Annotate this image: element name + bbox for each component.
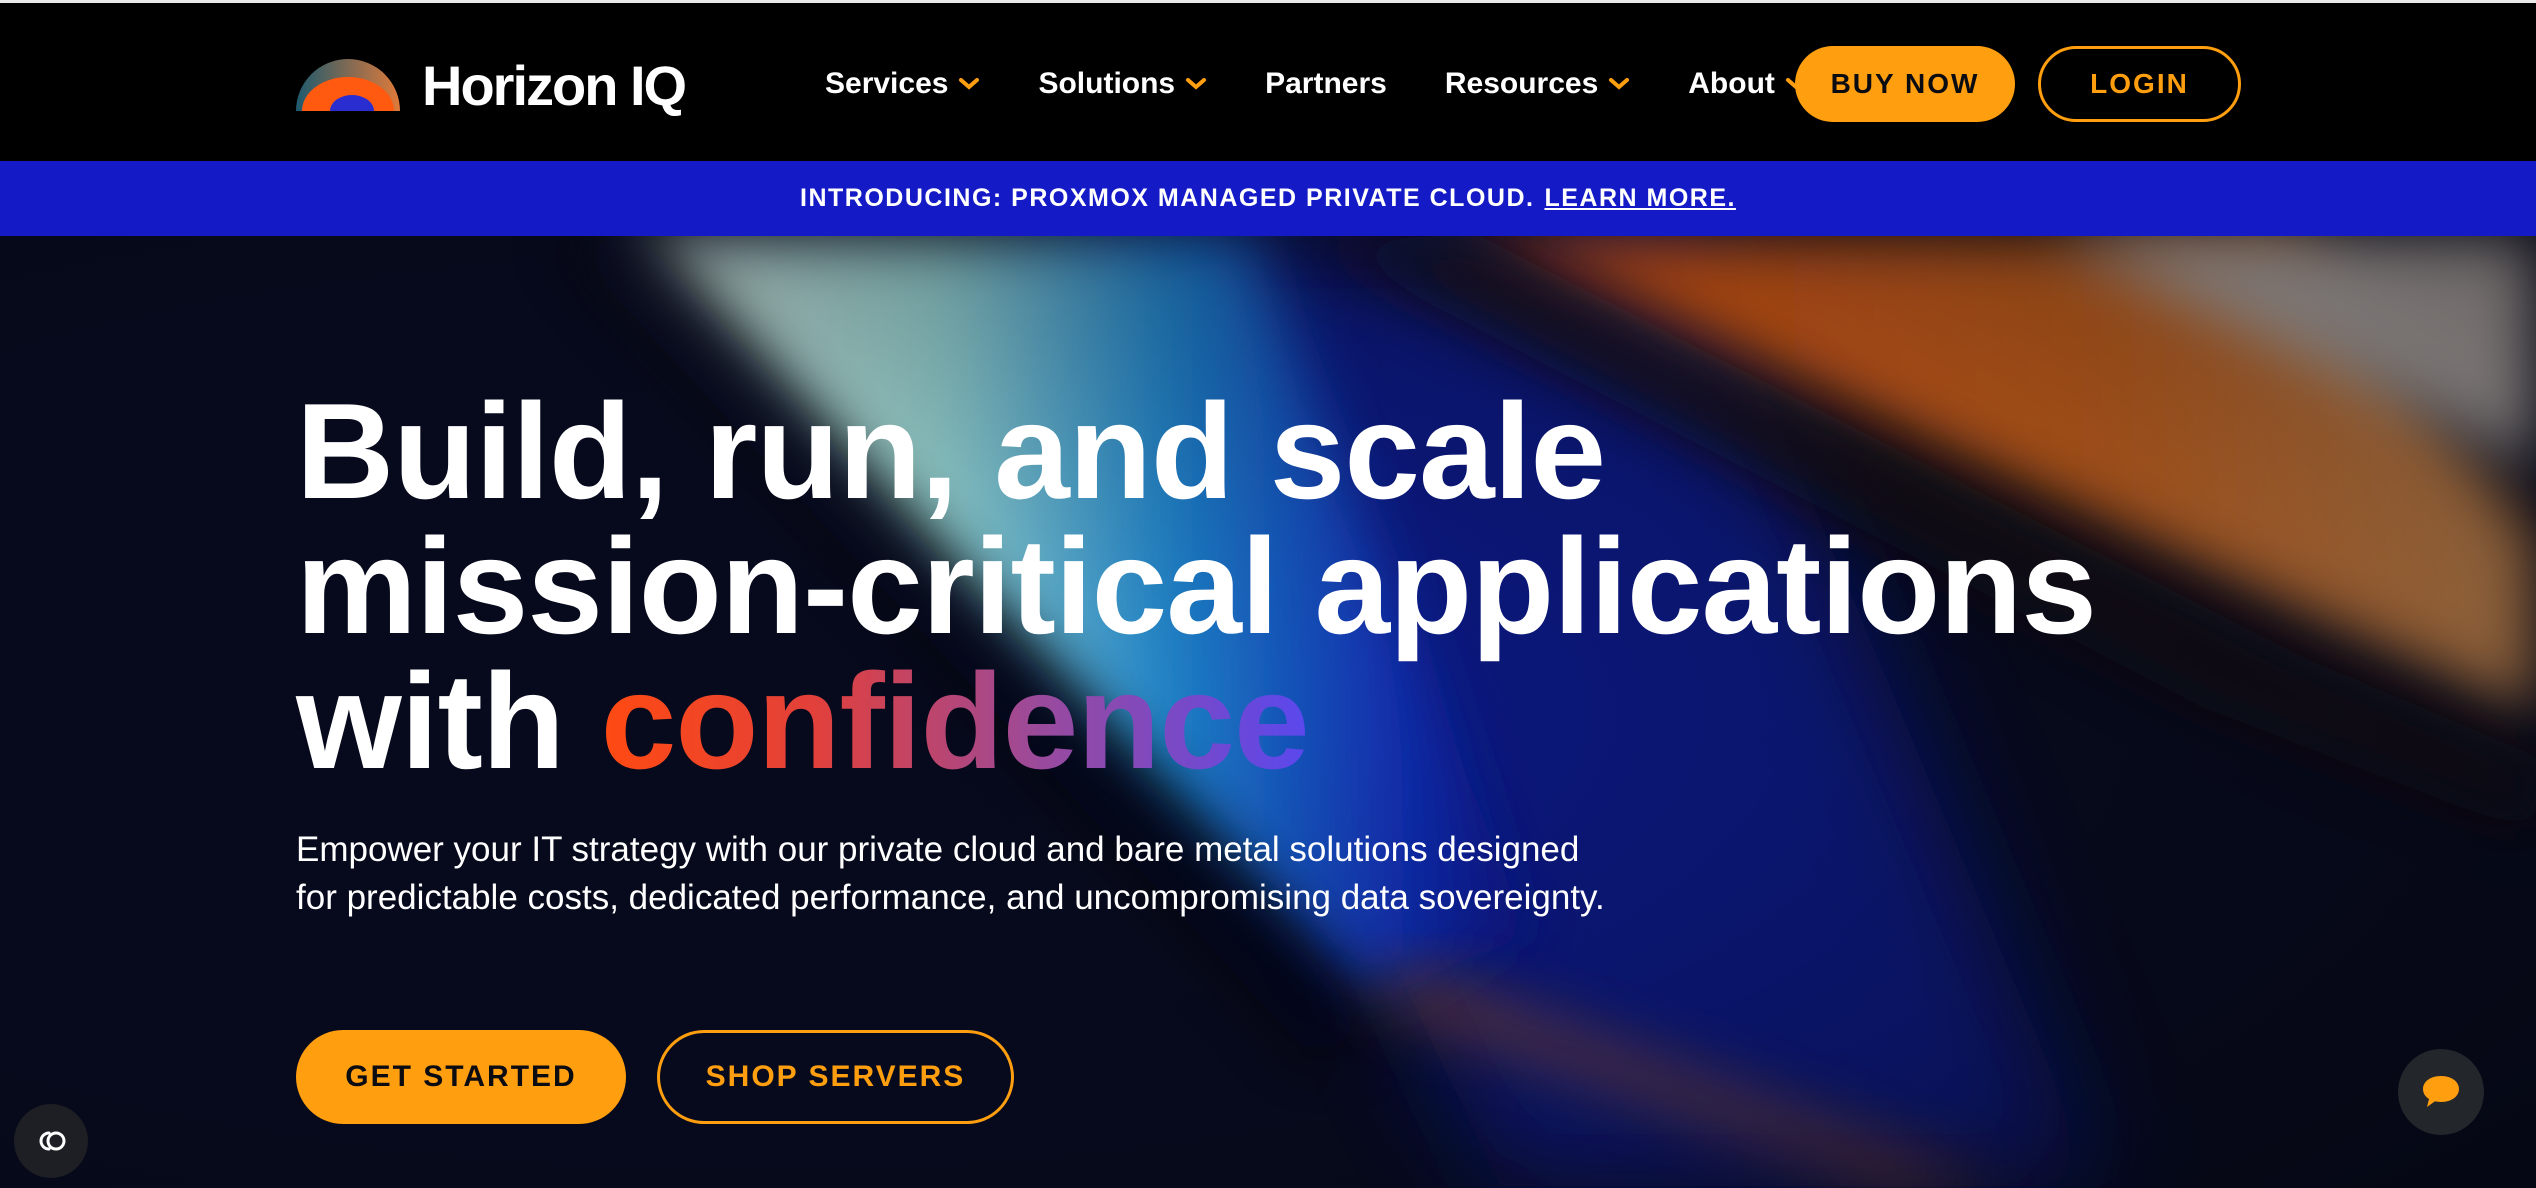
chat-bubble-icon (2423, 1076, 2459, 1107)
shop-servers-button[interactable]: SHOP SERVERS (657, 1030, 1014, 1124)
hero-section: Build, run, and scale mission-critical a… (0, 236, 2536, 1188)
nav-services[interactable]: Services (825, 67, 980, 101)
learn-more-link[interactable]: LEARN MORE. (1544, 184, 1736, 213)
chevron-down-icon (1609, 77, 1630, 90)
login-button[interactable]: LOGIN (2038, 46, 2241, 122)
cookie-settings-icon (39, 1131, 66, 1151)
nav-about[interactable]: About (1688, 67, 1807, 101)
headline-line-2: mission-critical applications (296, 510, 2097, 662)
headline-line-3: with confidence (296, 653, 2096, 789)
nav-solutions-label: Solutions (1038, 66, 1176, 100)
horizon-logo-icon (296, 59, 400, 111)
cookie-settings-button[interactable] (14, 1104, 88, 1178)
buy-now-button[interactable]: BUY NOW (1795, 46, 2015, 122)
nav-resources[interactable]: Resources (1445, 67, 1630, 101)
hero-subtext: Empower your IT strategy with our privat… (296, 830, 1605, 917)
logo[interactable]: Horizon IQ (296, 53, 687, 117)
chat-button[interactable] (2398, 1049, 2484, 1135)
nav-resources-label: Resources (1444, 66, 1599, 100)
announcement-text: INTRODUCING: PROXMOX MANAGED PRIVATE CLO… (800, 184, 1535, 212)
headline-line-1: Build, run, and scale (296, 375, 1606, 527)
chevron-down-icon (959, 77, 980, 90)
announcement-bar: INTRODUCING: PROXMOX MANAGED PRIVATE CLO… (0, 161, 2536, 236)
main-nav: Services Solutions Partners Resources Ab… (825, 3, 1807, 164)
site-header: Horizon IQ Services Solutions Partners R… (0, 0, 2536, 161)
nav-partners-label: Partners (1265, 66, 1387, 100)
chevron-down-icon (1186, 77, 1207, 90)
brand-name: Horizon IQ (422, 53, 687, 117)
nav-services-label: Services (825, 66, 949, 100)
headline-highlight: confidence (600, 645, 1310, 797)
headline-line-3-prefix: with (296, 645, 601, 797)
get-started-button[interactable]: GET STARTED (296, 1030, 626, 1124)
nav-solutions[interactable]: Solutions (1038, 67, 1207, 101)
page: Horizon IQ Services Solutions Partners R… (0, 0, 2536, 1188)
nav-about-label: About (1688, 66, 1775, 100)
nav-partners[interactable]: Partners (1265, 67, 1387, 101)
hero-headline: Build, run, and scale mission-critical a… (296, 375, 2097, 789)
